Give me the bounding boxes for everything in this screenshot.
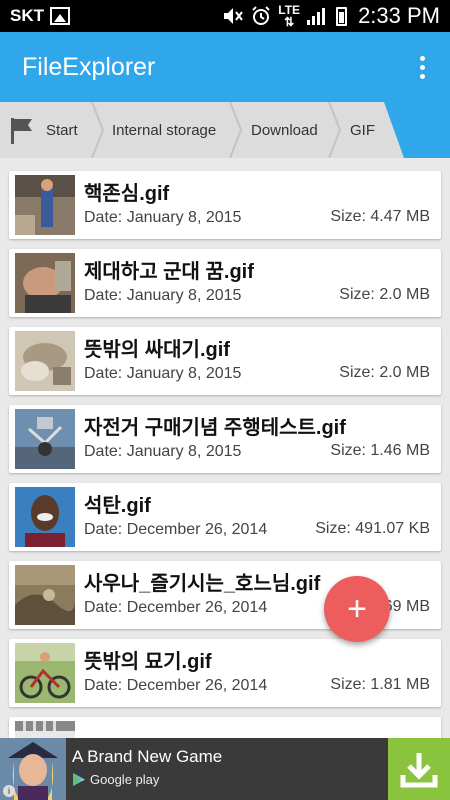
alarm-icon	[252, 6, 270, 25]
breadcrumb-download[interactable]: Download	[251, 102, 318, 158]
file-name: 뜻밖의 묘기.gif	[84, 651, 212, 673]
signal-icon	[307, 7, 329, 25]
file-date: Date: January 8, 2015	[84, 443, 242, 460]
file-thumbnail	[15, 643, 75, 703]
carrier-label: SKT	[10, 6, 44, 25]
flag-icon[interactable]	[9, 116, 35, 144]
file-date: Date: January 8, 2015	[84, 209, 242, 226]
clock: 2:33 PM	[358, 3, 440, 28]
add-fab-button[interactable]: +	[324, 576, 390, 642]
breadcrumb-separator	[328, 102, 342, 158]
file-list: 핵존심.gif Date: January 8, 2015 Size: 4.47…	[0, 158, 450, 738]
file-thumbnail	[15, 721, 75, 738]
status-bar: SKT LTE ⇅ 2:33 PM	[0, 0, 450, 32]
app-bar: FileExplorer	[0, 32, 450, 102]
breadcrumb-separator	[229, 102, 243, 158]
file-name: 석탄.gif	[84, 495, 151, 517]
file-list-item[interactable]: 석탄.gif Date: December 26, 2014 Size: 491…	[9, 483, 441, 551]
breadcrumb-separator	[91, 102, 105, 158]
file-thumbnail	[15, 565, 75, 625]
google-play-badge: Google play	[72, 772, 159, 787]
file-thumbnail	[15, 487, 75, 547]
file-name: 제대하고 군대 꿈.gif	[84, 261, 254, 283]
breadcrumb: Start Internal storage Download GIF	[0, 102, 450, 158]
ad-banner[interactable]: i A Brand New Game Google play	[0, 738, 450, 800]
file-name: 사우나_즐기시는_호느님.gif	[84, 573, 321, 595]
breadcrumb-active-marker	[384, 102, 450, 158]
file-thumbnail	[15, 331, 75, 391]
gallery-icon	[50, 7, 70, 25]
lte-label: LTE	[278, 3, 301, 17]
breadcrumb-gif[interactable]: GIF	[350, 102, 375, 158]
download-icon	[400, 753, 438, 788]
file-list-item[interactable]: 뜻밖의 묘기.gif Date: December 26, 2014 Size:…	[9, 639, 441, 707]
file-thumbnail	[15, 175, 75, 235]
lte-icon: LTE ⇅	[278, 3, 301, 29]
file-size: Size: 491.07 KB	[315, 520, 430, 537]
file-size: Size: 4.47 MB	[330, 208, 430, 225]
file-size: Size: 1.81 MB	[330, 676, 430, 693]
file-name: 핵존심.gif	[84, 183, 170, 205]
file-list-item[interactable]: 자전거 구매기념 주행테스트.gif Date: January 8, 2015…	[9, 405, 441, 473]
file-size: Size: 2.0 MB	[339, 364, 430, 381]
download-button[interactable]	[388, 738, 450, 800]
file-thumbnail	[15, 253, 75, 313]
file-date: Date: December 26, 2014	[84, 521, 268, 538]
more-options-icon[interactable]	[394, 32, 450, 102]
file-date: Date: January 8, 2015	[84, 365, 242, 382]
google-play-label: Google play	[90, 772, 160, 787]
file-list-item[interactable]: 뜻밖의 싸대기.gif Date: January 8, 2015 Size: …	[9, 327, 441, 395]
file-list-item[interactable]: 핵존심.gif Date: January 8, 2015 Size: 4.47…	[9, 171, 441, 239]
file-date: Date: December 26, 2014	[84, 677, 268, 694]
file-thumbnail	[15, 409, 75, 469]
breadcrumb-internal-storage[interactable]: Internal storage	[112, 102, 216, 158]
file-size: Size: 2.0 MB	[339, 286, 430, 303]
ad-title: A Brand New Game	[72, 747, 223, 766]
app-title: FileExplorer	[22, 52, 156, 81]
battery-icon	[336, 6, 348, 26]
file-date: Date: December 26, 2014	[84, 599, 268, 616]
file-list-item[interactable]: 제대하고 군대 꿈.gif Date: January 8, 2015 Size…	[9, 249, 441, 317]
plus-icon: +	[347, 590, 367, 628]
file-name: 자전거 구매기념 주행테스트.gif	[84, 417, 346, 439]
google-play-icon	[73, 773, 85, 786]
file-name: 뜻밖의 싸대기.gif	[84, 339, 230, 361]
file-size: Size: 1.46 MB	[330, 442, 430, 459]
file-date: Date: January 8, 2015	[84, 287, 242, 304]
breadcrumb-start[interactable]: Start	[46, 102, 78, 158]
mute-icon	[224, 8, 244, 24]
file-list-item[interactable]	[9, 717, 441, 738]
ad-info-icon[interactable]: i	[3, 785, 15, 797]
